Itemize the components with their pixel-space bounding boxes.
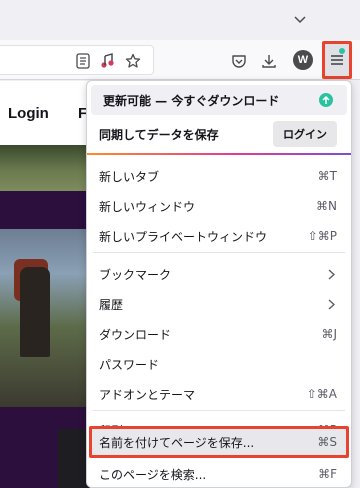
menu-item-shortcut: ⇧⌘P — [307, 229, 337, 243]
sync-label: 同期してデータを保存 — [99, 127, 219, 142]
menu-item-addons-themes[interactable]: アドオンとテーマ ⇧⌘A — [87, 379, 351, 409]
menu-item-label: ブックマーク — [99, 267, 172, 282]
hamburger-menu-icon[interactable] — [322, 41, 352, 79]
gradient-divider — [87, 153, 351, 155]
menu-item-label: 名前を付けてページを保存... — [99, 435, 255, 450]
menu-item-shortcut: ⇧⌘A — [306, 387, 337, 401]
menu-item-downloads[interactable]: ダウンロード ⌘J — [87, 319, 351, 349]
menu-item-shortcut: ⌘N — [316, 199, 337, 213]
reader-view-icon[interactable] — [72, 50, 94, 72]
menu-item-label: 新しいウィンドウ — [99, 199, 196, 214]
hero-photo-runner — [0, 145, 90, 191]
menu-item-new-tab[interactable]: 新しいタブ ⌘T — [87, 161, 351, 191]
menu-item-shortcut: ⌘F — [318, 467, 337, 481]
pocket-icon[interactable] — [228, 50, 250, 72]
menu-divider — [93, 410, 345, 411]
menu-divider — [93, 252, 345, 253]
menu-item-save-page-as[interactable]: 名前を付けてページを保存... ⌘S — [87, 427, 351, 457]
menu-item-find-in-page[interactable]: このページを検索... ⌘F — [87, 459, 351, 487]
menu-item-shortcut: ⌘J — [321, 327, 337, 341]
hiker-graphic — [20, 267, 50, 357]
update-label: 更新可能 — 今すぐダウンロード — [103, 93, 280, 108]
menu-item-new-window[interactable]: 新しいウィンドウ ⌘N — [87, 191, 351, 221]
download-icon[interactable] — [258, 50, 280, 72]
update-indicator-dot — [339, 48, 345, 54]
menu-item-shortcut: ⌘T — [317, 169, 337, 183]
chevron-right-icon — [325, 298, 337, 310]
extension-icon[interactable] — [97, 50, 119, 72]
menu-item-history[interactable]: 履歴 — [87, 289, 351, 319]
site-login-link[interactable]: Login — [8, 105, 49, 122]
chevron-right-icon — [325, 268, 337, 280]
menu-item-bookmarks[interactable]: ブックマーク — [87, 259, 351, 289]
menu-item-label: ダウンロード — [99, 327, 172, 342]
account-avatar[interactable]: W — [293, 50, 313, 70]
bookmark-star-icon[interactable] — [122, 50, 144, 72]
menu-item-label: 履歴 — [99, 297, 124, 312]
arrow-up-circle-icon — [319, 93, 333, 107]
menu-item-shortcut: ⌘S — [317, 435, 337, 449]
menu-item-label: 新しいプライベートウィンドウ — [99, 229, 268, 244]
update-available-item[interactable]: 更新可能 — 今すぐダウンロード — [91, 85, 347, 115]
menu-item-passwords[interactable]: パスワード — [87, 349, 351, 379]
web-page-content: Login F — [0, 81, 90, 488]
tab-strip — [0, 0, 360, 40]
menu-item-label: パスワード — [99, 357, 160, 372]
purple-band — [0, 191, 90, 229]
menu-item-label: アドオンとテーマ — [99, 387, 196, 402]
login-button[interactable]: ログイン — [273, 121, 337, 147]
app-menu-panel: 更新可能 — 今すぐダウンロード 同期してデータを保存 ログイン 新しいタブ ⌘… — [86, 80, 352, 488]
sync-item: 同期してデータを保存 ログイン — [87, 117, 351, 151]
menu-item-new-private-window[interactable]: 新しいプライベートウィンドウ ⇧⌘P — [87, 221, 351, 251]
menu-item-label: このページを検索... — [99, 467, 207, 482]
menu-item-label: 新しいタブ — [99, 169, 160, 184]
chevron-down-icon[interactable] — [291, 11, 309, 29]
